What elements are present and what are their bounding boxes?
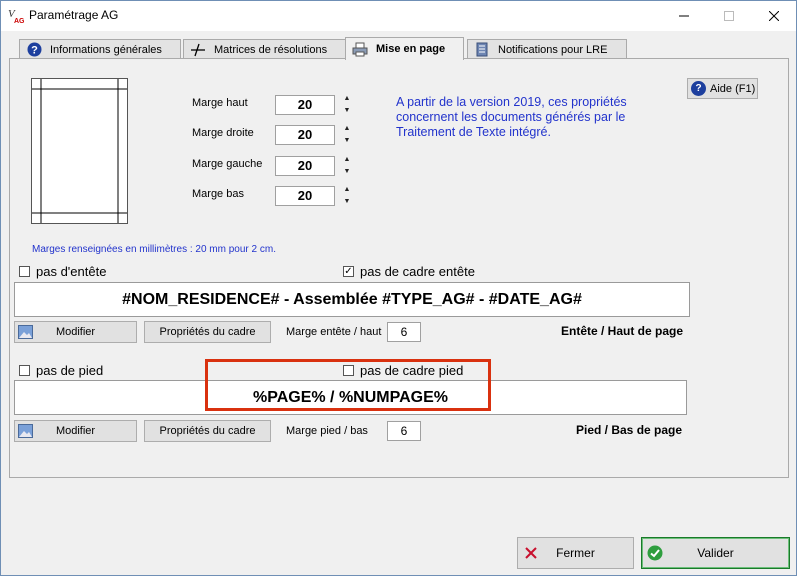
spin-up-icon[interactable]: ▲ (342, 184, 352, 195)
close-button[interactable] (751, 1, 796, 31)
validate-label: Valider (697, 546, 734, 560)
margin-bottom-spinner[interactable]: ▲ ▼ (342, 184, 352, 208)
margin-right-spinner[interactable]: ▲ ▼ (342, 123, 352, 147)
settings-window: V AG Paramétrage AG ? Informations génér… (0, 0, 797, 576)
header-content-box[interactable]: #NOM_RESIDENCE# - Assemblée #TYPE_AG# - … (14, 282, 690, 317)
tab-informations-generales[interactable]: ? Informations générales (19, 39, 181, 59)
tab-mise-en-page[interactable]: Mise en page (345, 37, 464, 60)
header-margin-label: Marge entête / haut (286, 326, 382, 338)
tab-label: Mise en page (376, 43, 446, 55)
header-section-title: Entête / Haut de page (561, 324, 684, 338)
minimize-button[interactable] (661, 1, 706, 31)
checkmark-icon: ✓ (344, 265, 353, 277)
footer-content-box[interactable]: %PAGE% / %NUMPAGE% (14, 380, 687, 415)
margin-left-spinner[interactable]: ▲ ▼ (342, 154, 352, 178)
question-icon: ? (26, 42, 42, 58)
tab-matrices-resolutions[interactable]: Matrices de résolutions (183, 39, 347, 59)
validate-button[interactable]: Valider (641, 537, 790, 569)
header-modify-button[interactable]: Modifier (14, 321, 137, 343)
margin-top-label: Marge haut (192, 97, 248, 109)
cancel-button[interactable]: Fermer (517, 537, 634, 569)
margin-left-label: Marge gauche (192, 158, 263, 170)
no-footer-frame-checkbox[interactable] (343, 365, 354, 376)
question-icon: ? (691, 81, 706, 96)
image-icon (18, 325, 33, 339)
printer-icon (352, 41, 368, 57)
no-footer-frame-label: pas de cadre pied (360, 363, 464, 378)
margin-right-label: Marge droite (192, 127, 254, 139)
tab-label: Notifications pour LRE (498, 43, 608, 56)
version-info-text: A partir de la version 2019, ces proprié… (396, 95, 627, 139)
help-button[interactable]: ? Aide (F1) (687, 78, 758, 99)
header-modify-label: Modifier (55, 326, 96, 338)
no-header-frame-checkbox[interactable]: ✓ (343, 266, 354, 277)
header-frame-properties-label: Propriétés du cadre (159, 326, 256, 338)
help-button-label: Aide (F1) (710, 82, 756, 95)
margin-right-input[interactable]: 20 (275, 125, 335, 145)
spin-up-icon[interactable]: ▲ (342, 154, 352, 165)
header-frame-properties-button[interactable]: Propriétés du cadre (144, 321, 271, 343)
maximize-button[interactable] (706, 1, 751, 31)
margin-units-note: Marges renseignées en millimètres : 20 m… (32, 244, 276, 255)
maximize-icon (723, 11, 734, 21)
document-icon (474, 42, 490, 58)
pen-icon (190, 42, 206, 58)
no-header-frame-label: pas de cadre entête (360, 264, 475, 279)
margin-top-spinner[interactable]: ▲ ▼ (342, 93, 352, 117)
tab-label: Matrices de résolutions (214, 43, 328, 56)
minimize-icon (678, 15, 689, 17)
no-footer-label: pas de pied (36, 363, 104, 378)
spin-down-icon[interactable]: ▼ (342, 166, 352, 177)
tab-notifications-lre[interactable]: Notifications pour LRE (467, 39, 627, 59)
footer-modify-button[interactable]: Modifier (14, 420, 137, 442)
header-margin-input[interactable]: 6 (387, 322, 421, 342)
close-x-icon (525, 547, 537, 559)
svg-text:AG: AG (14, 18, 25, 24)
margin-bottom-input[interactable]: 20 (275, 186, 335, 206)
spin-up-icon[interactable]: ▲ (342, 93, 352, 104)
footer-modify-label: Modifier (55, 425, 96, 437)
footer-frame-properties-label: Propriétés du cadre (159, 425, 256, 437)
svg-text:?: ? (31, 45, 38, 57)
no-header-checkbox[interactable] (19, 266, 30, 277)
title-bar: V AG Paramétrage AG (1, 1, 796, 31)
margin-bottom-label: Marge bas (192, 188, 244, 200)
close-icon (768, 11, 779, 21)
window-title: Paramétrage AG (29, 8, 119, 22)
app-logo-icon: V AG (8, 8, 25, 24)
mise-en-page-panel: Marge haut 20 ▲ ▼ Marge droite 20 ▲ ▼ Ma… (9, 58, 789, 478)
spin-down-icon[interactable]: ▼ (342, 105, 352, 116)
footer-margin-label: Marge pied / bas (286, 425, 368, 437)
spin-down-icon[interactable]: ▼ (342, 135, 352, 146)
margin-top-input[interactable]: 20 (275, 95, 335, 115)
footer-section-title: Pied / Bas de page (576, 423, 683, 437)
tab-bar: ? Informations générales Matrices de rés… (9, 37, 789, 60)
margin-left-input[interactable]: 20 (275, 156, 335, 176)
tab-label: Informations générales (50, 43, 162, 56)
spin-down-icon[interactable]: ▼ (342, 196, 352, 207)
no-footer-checkbox[interactable] (19, 365, 30, 376)
page-margin-preview (31, 78, 128, 224)
no-header-label: pas d'entête (36, 264, 107, 279)
cancel-label: Fermer (556, 546, 595, 560)
footer-margin-input[interactable]: 6 (387, 421, 421, 441)
spin-up-icon[interactable]: ▲ (342, 123, 352, 134)
margin-guides-graphic (32, 79, 127, 223)
image-icon (18, 424, 33, 438)
check-circle-icon (647, 545, 663, 561)
footer-frame-properties-button[interactable]: Propriétés du cadre (144, 420, 271, 442)
